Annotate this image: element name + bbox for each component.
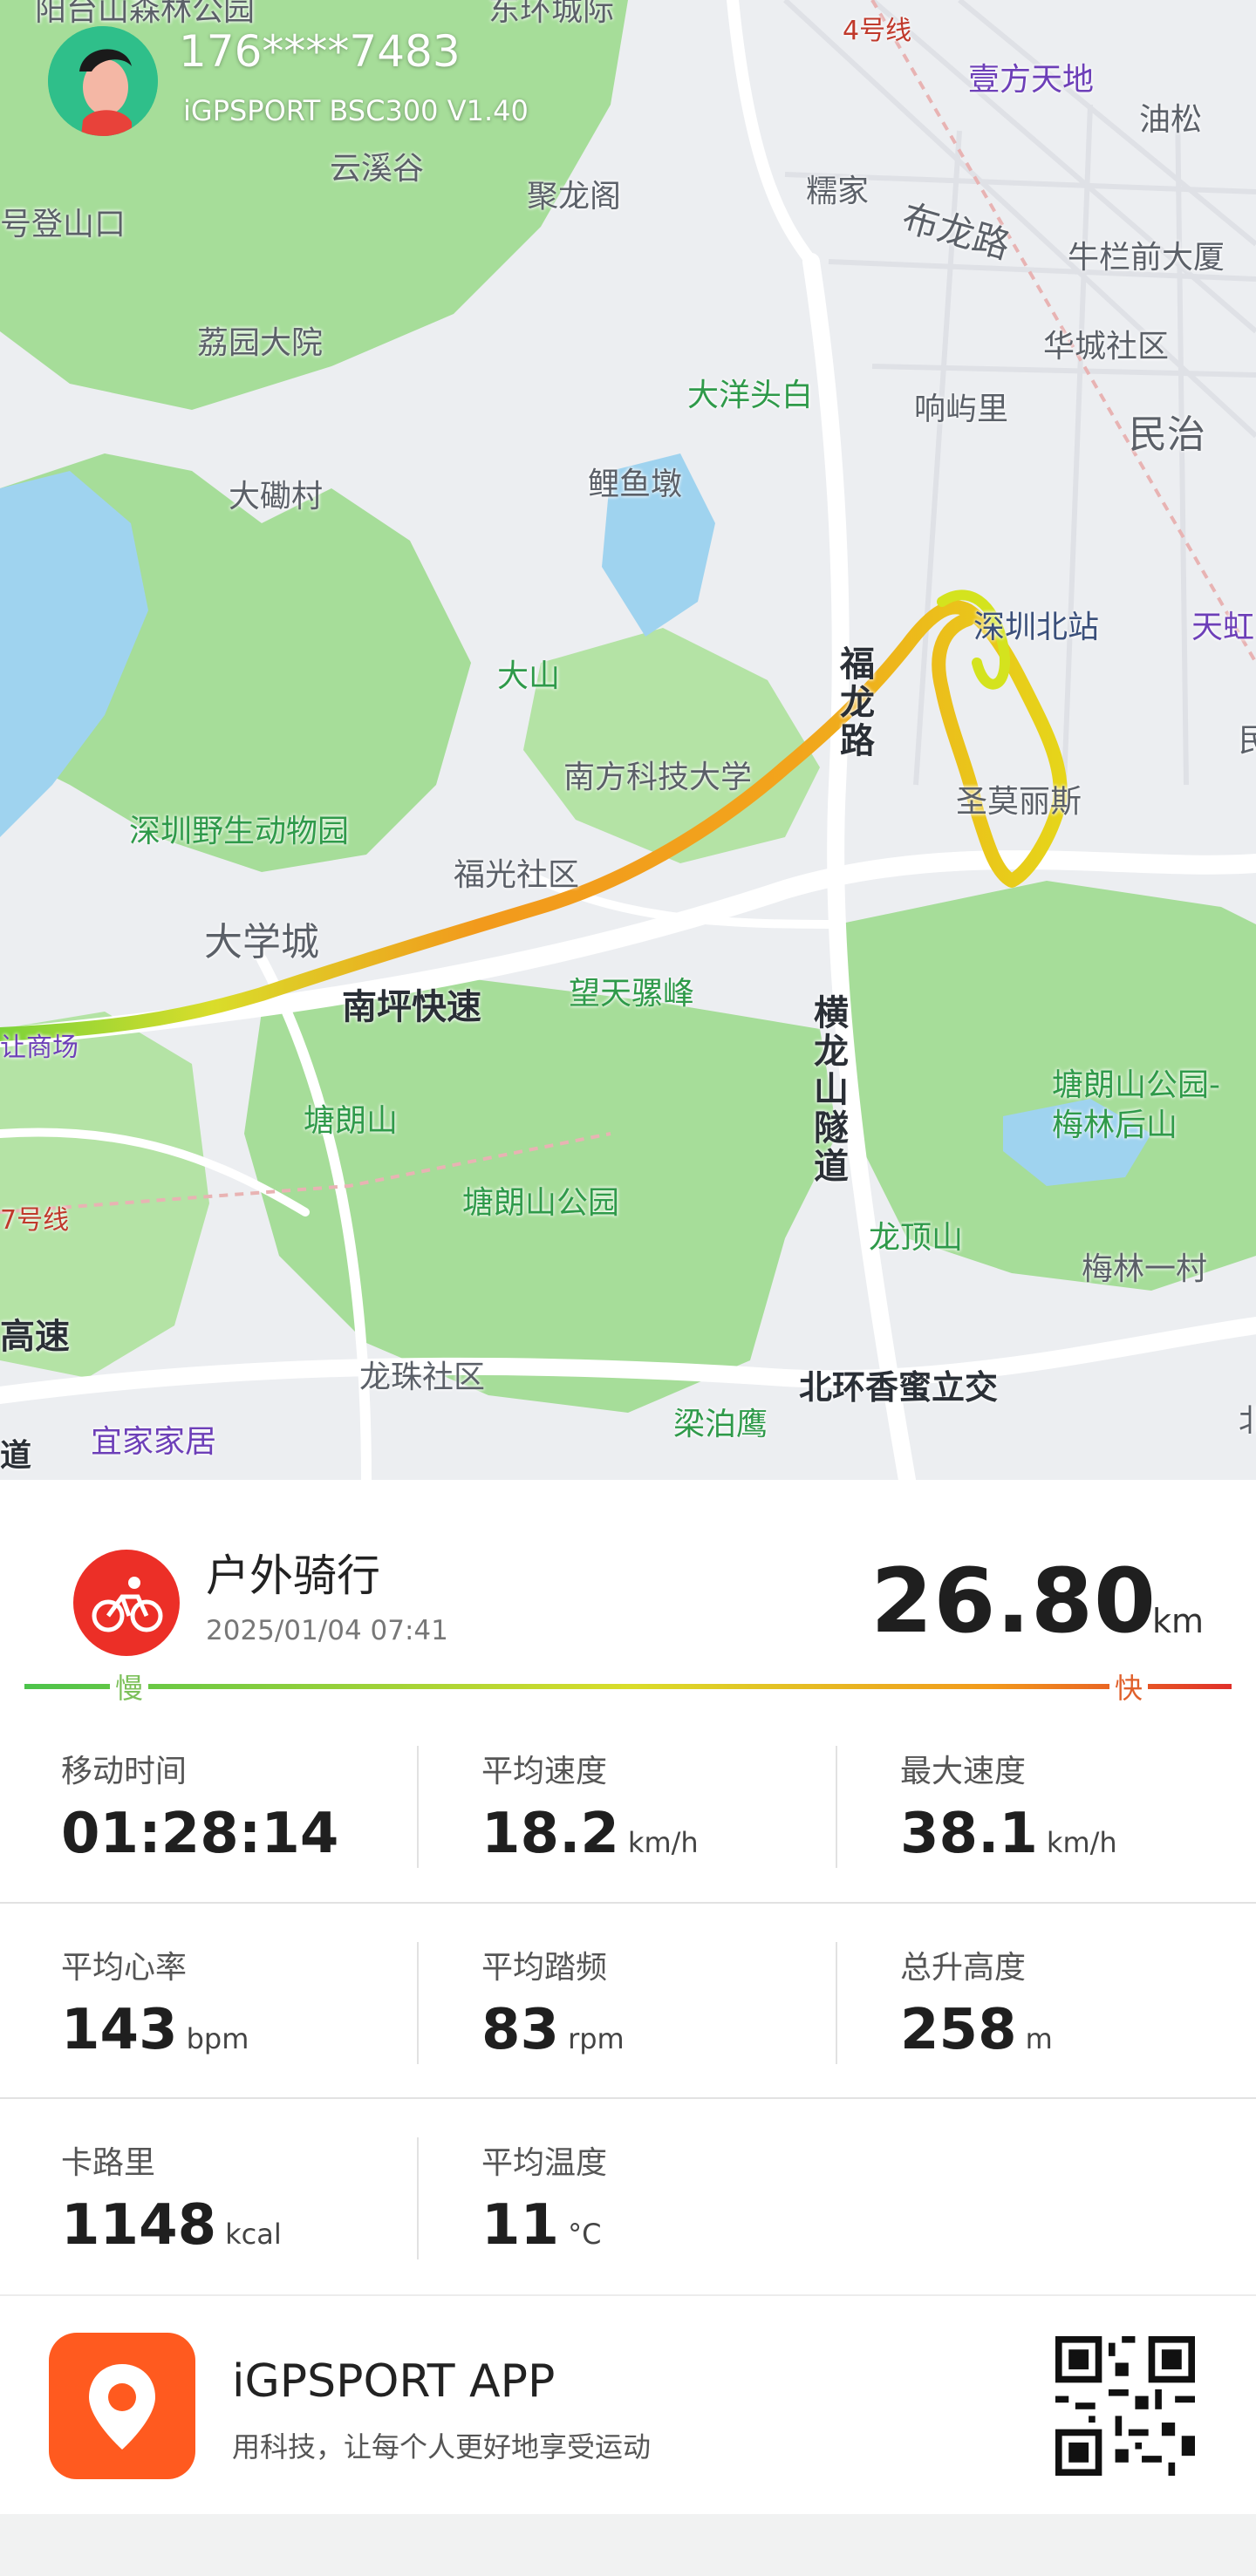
app-slogan: 用科技，让每个人更好地享受运动	[232, 2430, 652, 2464]
map-label: 聚龙阁	[527, 179, 622, 215]
map-label: 华城社区	[1043, 329, 1170, 365]
map-label: 大洋头白	[687, 378, 814, 413]
user-header	[48, 26, 158, 136]
route-map[interactable]: 176****7483 iGPSPORT BSC300 V1.40 阳台山森林公…	[0, 0, 1256, 1480]
divider	[417, 1942, 419, 2064]
stat-value: 38.1 km/h	[900, 1802, 1117, 1866]
map-label: 福光社区	[454, 857, 580, 893]
map-label: 阳台山森林公园	[35, 0, 256, 28]
stat-avg-heart-rate: 平均心率 143 bpm	[61, 1942, 249, 2062]
map-label: 民	[1239, 723, 1256, 759]
qr-code-icon[interactable]	[1055, 2336, 1195, 2476]
stat-label: 平均心率	[61, 1950, 188, 1986]
map-label: 号登山口	[0, 207, 126, 242]
map-label: 鲤鱼墩	[588, 467, 683, 502]
map-label: 深圳北站	[973, 610, 1100, 645]
map-label: 宜家家居	[91, 1424, 217, 1460]
divider	[0, 2097, 1256, 2099]
stat-value: 01:28:14	[61, 1802, 339, 1866]
stat-calories: 卡路里 1148 kcal	[61, 2137, 282, 2258]
stat-avg-temp: 平均温度 11 °C	[481, 2137, 607, 2258]
speed-gradient-bar	[24, 1684, 1232, 1689]
map-label: 荔园大院	[197, 325, 324, 361]
app-promo-footer: iGPSPORT APP 用科技，让每个人更好地享受运动	[0, 2307, 1256, 2514]
map-label: 7号线	[0, 1205, 70, 1236]
fast-label: 快	[1109, 1666, 1149, 1707]
divider	[0, 2294, 1256, 2296]
map-label: 高速	[0, 1317, 70, 1357]
user-avatar[interactable]	[48, 26, 158, 136]
map-label: 大山	[497, 658, 561, 694]
divider	[836, 1942, 837, 2064]
app-name: iGPSPORT APP	[232, 2355, 556, 2408]
stat-label: 总升高度	[900, 1950, 1027, 1986]
park-area-center	[523, 628, 820, 863]
divider	[0, 1902, 1256, 1904]
stat-value: 258 m	[900, 1998, 1053, 2062]
map-label: 梁泊鹰	[673, 1407, 768, 1442]
map-label: 糯家	[806, 174, 870, 209]
stat-label: 最大速度	[900, 1754, 1027, 1789]
map-label: 望天骡峰	[569, 976, 695, 1012]
stat-avg-cadence: 平均踏频 83 rpm	[481, 1942, 625, 2062]
stat-max-speed: 最大速度 38.1 km/h	[900, 1746, 1117, 1866]
distance-unit: km	[1151, 1602, 1204, 1640]
device-info: iGPSPORT BSC300 V1.40	[183, 94, 529, 127]
user-id: 176****7483	[179, 26, 461, 77]
distance-value: 26.80	[870, 1550, 1157, 1653]
map-label: 大学城	[204, 920, 319, 964]
map-label: 北	[1239, 1403, 1256, 1439]
map-label: 4号线	[843, 16, 912, 46]
divider	[836, 1746, 837, 1868]
map-label: 梅林一村	[1082, 1251, 1208, 1287]
slow-label: 慢	[110, 1666, 149, 1707]
map-label: 龙顶山	[869, 1220, 964, 1256]
map-label: 响屿里	[914, 392, 1009, 427]
map-label: 塘朗山公园-梅林后山	[1052, 1067, 1220, 1143]
divider	[417, 2137, 419, 2259]
map-label: 塘朗山公园	[462, 1185, 620, 1221]
stat-value: 1148 kcal	[61, 2193, 282, 2258]
map-canvas	[0, 0, 1256, 1480]
map-label: 民治	[1129, 412, 1205, 457]
igpsport-app-icon[interactable]	[49, 2333, 195, 2479]
stat-value: 18.2 km/h	[481, 1802, 699, 1866]
map-label: 道	[0, 1438, 32, 1474]
activity-date: 2025/01/04 07:41	[206, 1615, 448, 1646]
stat-label: 移动时间	[61, 1754, 188, 1789]
stat-total-ascent: 总升高度 258 m	[900, 1942, 1053, 2062]
map-label: 福龙路	[834, 645, 874, 760]
map-label: 天虹	[1191, 610, 1255, 645]
map-label: 圣莫丽斯	[956, 784, 1082, 820]
map-label: 南方科技大学	[563, 760, 753, 795]
stat-value: 11 °C	[481, 2193, 602, 2258]
map-label: 深圳野生动物园	[129, 814, 350, 849]
stat-label: 卡路里	[61, 2145, 156, 2181]
cycling-icon	[73, 1550, 180, 1656]
map-label: 南坪快速	[342, 987, 481, 1027]
map-label: 东环城际	[488, 0, 615, 28]
stat-value: 143 bpm	[61, 1998, 249, 2062]
divider	[417, 1746, 419, 1868]
map-label: 壹方天地	[968, 62, 1095, 98]
map-label: 横龙山隧道	[808, 994, 848, 1186]
stat-avg-speed: 平均速度 18.2 km/h	[481, 1746, 699, 1866]
stat-value: 83 rpm	[481, 1998, 625, 2062]
map-label: 牛栏前大厦	[1068, 240, 1225, 276]
avatar-face-icon	[48, 26, 158, 136]
map-label: 云溪谷	[330, 151, 425, 187]
stat-moving-time: 移动时间 01:28:14	[61, 1746, 347, 1866]
map-label: 塘朗山	[304, 1103, 399, 1139]
map-label: 让商场	[0, 1032, 78, 1063]
map-label: 北环香蜜立交	[799, 1368, 999, 1407]
map-label: 大磡村	[229, 479, 324, 515]
stat-label: 平均踏频	[481, 1950, 608, 1986]
map-label: 龙珠社区	[359, 1360, 486, 1395]
stat-label: 平均温度	[481, 2145, 608, 2181]
stat-label: 平均速度	[481, 1754, 608, 1789]
map-label: 油松	[1139, 102, 1203, 138]
activity-title: 户外骑行	[206, 1550, 380, 1601]
